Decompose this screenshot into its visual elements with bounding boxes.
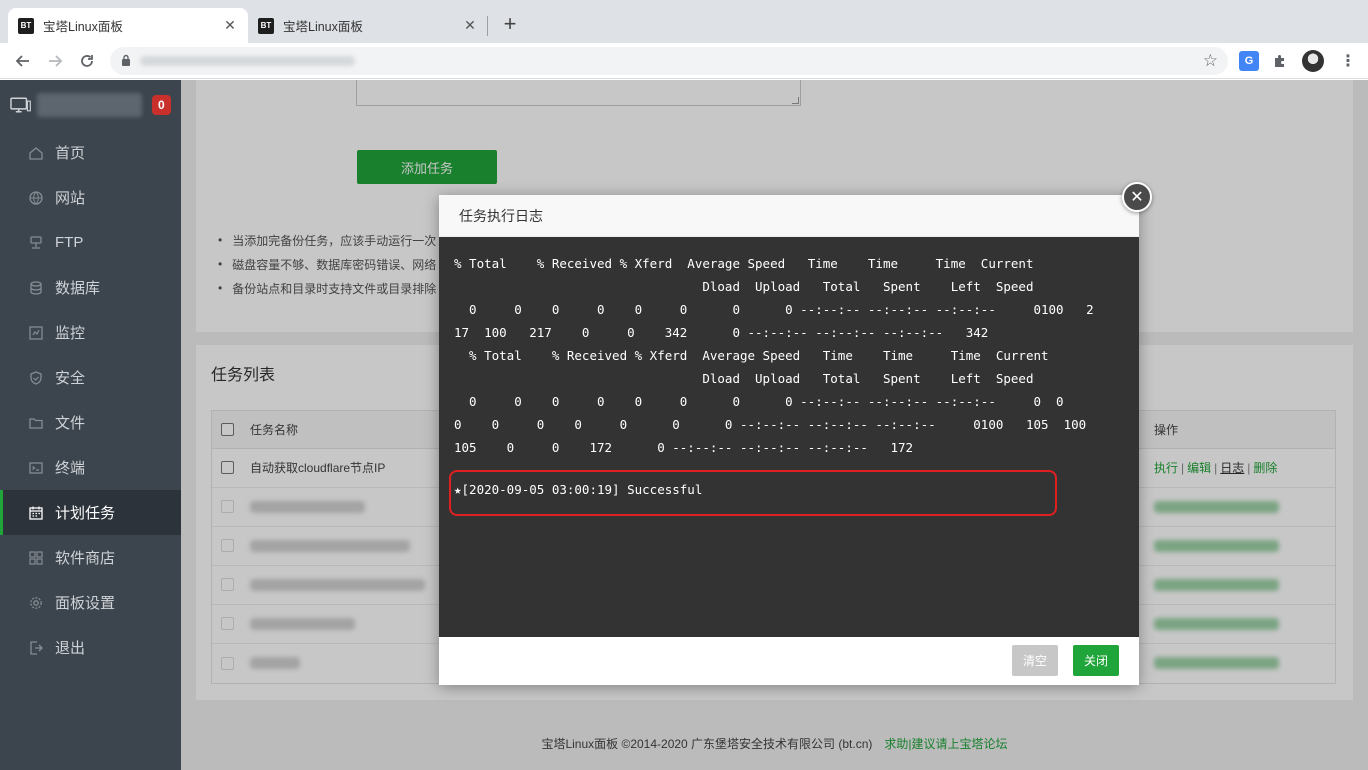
dialog-title: 任务执行日志 [439,195,1139,237]
sidebar-item-3[interactable]: 数据库 [0,265,181,310]
sidebar: 0 首页网站 FTP 数据库监控安全文件终端计划任务软件商店面板设置退出 [0,80,181,770]
close-button[interactable]: 关闭 [1073,645,1119,676]
globe-icon [28,190,44,206]
bt-favicon-icon: BT [18,17,34,34]
tab-title: 宝塔Linux面板 [43,20,123,34]
sidebar-item-label: 数据库 [55,280,101,297]
sidebar-item-8[interactable]: 计划任务 [0,490,181,535]
dialog-close-icon[interactable]: ✕ [1122,182,1152,212]
clear-button[interactable]: 清空 [1012,645,1058,676]
lock-icon [122,54,130,66]
database-icon [28,280,44,296]
more-menu-icon[interactable]: ⋮ [1338,51,1358,71]
sidebar-item-9[interactable]: 软件商店 [0,535,181,580]
sidebar-item-5[interactable]: 安全 [0,355,181,400]
reload-icon[interactable] [75,49,99,73]
tab-separator [487,16,488,36]
extensions-puzzle-icon[interactable] [1270,51,1290,71]
sidebar-item-label: 退出 [55,640,86,657]
sidebar-item-0[interactable]: 首页 [0,130,181,175]
home-icon [28,145,44,161]
sidebar-item-7[interactable]: 终端 [0,445,181,490]
sidebar-item-11[interactable]: 退出 [0,625,181,670]
sidebar-item-label: 终端 [55,460,86,477]
sidebar-item-6[interactable]: 文件 [0,400,181,445]
calendar-icon [28,505,44,521]
ftp-icon [28,235,44,251]
alert-count-badge[interactable]: 0 [151,95,171,115]
highlight-annotation-box [449,470,1057,516]
browser-tab-strip: BT 宝塔Linux面板 ✕ BT 宝塔Linux面板 ✕ + [0,0,1368,43]
browser-toolbar: ☆ G ⋮ [0,43,1368,79]
curl-progress-log: % Total % Received % Xferd Average Speed… [454,256,1094,455]
gear-icon [28,595,44,611]
browser-tab-active[interactable]: BT 宝塔Linux面板 ✕ [8,8,248,43]
back-icon[interactable] [11,49,35,73]
bt-favicon-icon: BT [258,17,274,34]
sidebar-item-10[interactable]: 面板设置 [0,580,181,625]
logout-icon [28,640,44,656]
sidebar-menu: 首页网站 FTP 数据库监控安全文件终端计划任务软件商店面板设置退出 [0,130,181,670]
dialog-footer: 清空 关闭 [439,637,1139,685]
sidebar-item-label: FTP [55,234,84,251]
task-log-dialog: 任务执行日志 % Total % Received % Xferd Averag… [439,195,1139,685]
bookmark-star-icon[interactable]: ☆ [1203,51,1218,71]
sidebar-item-label: 首页 [55,145,86,162]
close-tab-icon[interactable]: ✕ [462,17,478,34]
log-console: % Total % Received % Xferd Average Speed… [439,237,1139,637]
translate-extension-icon[interactable]: G [1239,51,1259,71]
browser-tab[interactable]: BT 宝塔Linux面板 ✕ [248,8,488,43]
apps-icon [28,550,44,566]
sidebar-item-label: 监控 [55,325,86,342]
sidebar-item-label: 文件 [55,415,86,432]
address-bar[interactable]: ☆ [110,47,1228,75]
server-header: 0 [0,80,181,130]
monitor-icon [10,97,31,113]
close-tab-icon[interactable]: ✕ [222,17,238,34]
terminal-icon [28,460,44,476]
sidebar-item-label: 网站 [55,190,86,207]
new-tab-button[interactable]: + [499,13,521,36]
monitor-icon [28,325,44,341]
sidebar-item-label: 安全 [55,370,86,387]
shield-icon [28,370,44,386]
sidebar-item-label: 软件商店 [55,550,116,567]
sidebar-item-4[interactable]: 监控 [0,310,181,355]
sidebar-item-label: 面板设置 [55,595,116,612]
folder-icon [28,415,44,431]
sidebar-item-label: 计划任务 [55,505,116,522]
blurred-url [140,56,355,66]
sidebar-item-2[interactable]: FTP [0,220,181,265]
blurred-hostname [37,93,142,117]
sidebar-item-1[interactable]: 网站 [0,175,181,220]
forward-icon[interactable] [43,49,67,73]
profile-avatar[interactable] [1302,50,1324,72]
tab-title: 宝塔Linux面板 [283,20,363,34]
